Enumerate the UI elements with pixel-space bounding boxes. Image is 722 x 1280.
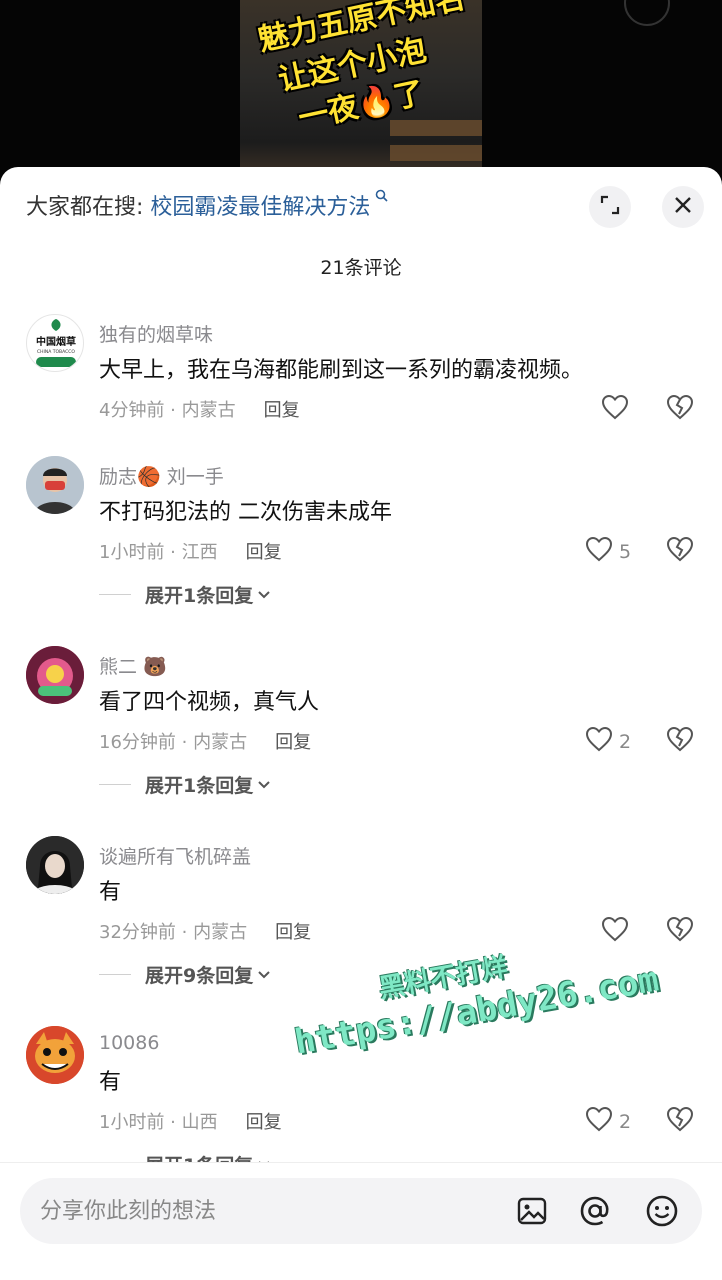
- like-button[interactable]: [601, 394, 635, 425]
- comment-text[interactable]: 不打码犯法的 二次伤害未成年: [99, 494, 392, 526]
- suggested-search[interactable]: 大家都在搜: 校园霸凌最佳解决方法: [26, 189, 388, 221]
- video-player[interactable]: 魅力五原不知名 让这个小泡 一夜🔥了: [0, 0, 722, 190]
- comment-time-location: 4分钟前 · 内蒙古: [99, 400, 236, 421]
- comment-meta: 1小时前 · 江西 回复: [99, 538, 282, 564]
- avatar[interactable]: [26, 456, 84, 514]
- heart-icon: [585, 1106, 613, 1137]
- comment-author[interactable]: 谈遍所有飞机碎盖: [99, 842, 251, 869]
- dislike-button[interactable]: [666, 536, 694, 566]
- close-icon: [673, 195, 693, 219]
- reply-button[interactable]: 回复: [246, 1112, 282, 1133]
- expand-replies-label: 展开9条回复: [145, 965, 254, 987]
- video-stair: [390, 145, 482, 161]
- expand-icon: [599, 194, 621, 220]
- search-icon: [370, 189, 388, 206]
- mention-icon[interactable]: [577, 1193, 613, 1229]
- comment-meta: 4分钟前 · 内蒙古 回复: [99, 396, 300, 422]
- top-button[interactable]: [624, 0, 670, 26]
- comment-input[interactable]: [40, 1178, 500, 1244]
- heart-icon: [601, 394, 629, 425]
- like-button[interactable]: [601, 916, 635, 947]
- avatar[interactable]: 中国烟草 CHINA TOBACCO: [26, 314, 84, 372]
- reply-button[interactable]: 回复: [246, 542, 282, 563]
- comment-time-location: 32分钟前 · 内蒙古: [99, 922, 248, 943]
- close-button[interactable]: [662, 186, 704, 228]
- comment-count: 21条评论: [320, 257, 402, 279]
- suggested-search-prefix: 大家都在搜:: [26, 195, 144, 220]
- like-button[interactable]: 2: [585, 1106, 631, 1137]
- comment-author[interactable]: 独有的烟草味: [99, 320, 213, 347]
- like-count: 2: [619, 1110, 632, 1133]
- comment-meta: 32分钟前 · 内蒙古 回复: [99, 918, 311, 944]
- reply-button[interactable]: 回复: [264, 400, 300, 421]
- expand-replies-label: 展开1条回复: [145, 775, 254, 797]
- avatar[interactable]: [26, 836, 84, 894]
- suggested-search-query[interactable]: 校园霸凌最佳解决方法: [150, 195, 370, 220]
- comment-sheet: 大家都在搜: 校园霸凌最佳解决方法 21条评论 中国烟草 CHINA TOBAC…: [0, 167, 722, 1280]
- comment-time-location: 1小时前 · 江西: [99, 542, 218, 563]
- broken-heart-icon: [666, 916, 694, 946]
- heart-icon: [585, 536, 613, 567]
- avatar-logo-subtext: CHINA TOBACCO: [37, 349, 75, 355]
- comment-meta: 1小时前 · 山西 回复: [99, 1108, 282, 1134]
- dislike-button[interactable]: [666, 726, 694, 756]
- video-stair: [390, 120, 482, 136]
- comment-meta: 16分钟前 · 内蒙古 回复: [99, 728, 311, 754]
- chevron-down-icon: [257, 590, 271, 600]
- comment-author[interactable]: 10086: [99, 1032, 159, 1054]
- comment-author[interactable]: 熊二 🐻: [99, 652, 167, 679]
- like-count: 2: [619, 730, 632, 753]
- broken-heart-icon: [666, 394, 694, 424]
- divider-line: [99, 974, 131, 975]
- comment-time-location: 16分钟前 · 内蒙古: [99, 732, 248, 753]
- divider-line: [99, 594, 131, 595]
- broken-heart-icon: [666, 726, 694, 756]
- like-button[interactable]: 5: [585, 536, 631, 567]
- image-icon[interactable]: [514, 1193, 550, 1229]
- expand-replies-button[interactable]: 展开1条回复: [99, 771, 271, 798]
- dislike-button[interactable]: [666, 916, 694, 946]
- chevron-down-icon: [257, 780, 271, 790]
- broken-heart-icon: [666, 1106, 694, 1136]
- avatar-logo-text: 中国烟草: [36, 335, 76, 348]
- comment-time-location: 1小时前 · 山西: [99, 1112, 218, 1133]
- avatar[interactable]: [26, 1026, 84, 1084]
- expand-replies-button[interactable]: 展开1条回复: [99, 581, 271, 608]
- comment-input-container[interactable]: [20, 1178, 702, 1244]
- heart-icon: [585, 726, 613, 757]
- avatar[interactable]: [26, 646, 84, 704]
- heart-icon: [601, 916, 629, 947]
- comment-text[interactable]: 看了四个视频，真气人: [99, 684, 319, 716]
- dislike-button[interactable]: [666, 394, 694, 424]
- divider-line: [99, 784, 131, 785]
- comment-author[interactable]: 励志🏀 刘一手: [99, 462, 224, 489]
- comment-text[interactable]: 有: [99, 1064, 121, 1096]
- comment-text[interactable]: 大早上，我在乌海都能刷到这一系列的霸凌视频。: [99, 352, 583, 384]
- like-count: 5: [619, 540, 632, 563]
- dislike-button[interactable]: [666, 1106, 694, 1136]
- comment-input-bar: [0, 1162, 722, 1280]
- reply-button[interactable]: 回复: [275, 922, 311, 943]
- expand-fullscreen-button[interactable]: [589, 186, 631, 228]
- reply-button[interactable]: 回复: [275, 732, 311, 753]
- emoji-icon[interactable]: [644, 1193, 680, 1229]
- chevron-down-icon: [257, 970, 271, 980]
- expand-replies-button[interactable]: 展开9条回复: [99, 961, 271, 988]
- comment-text[interactable]: 有: [99, 874, 121, 906]
- expand-replies-label: 展开1条回复: [145, 585, 254, 607]
- broken-heart-icon: [666, 536, 694, 566]
- like-button[interactable]: 2: [585, 726, 631, 757]
